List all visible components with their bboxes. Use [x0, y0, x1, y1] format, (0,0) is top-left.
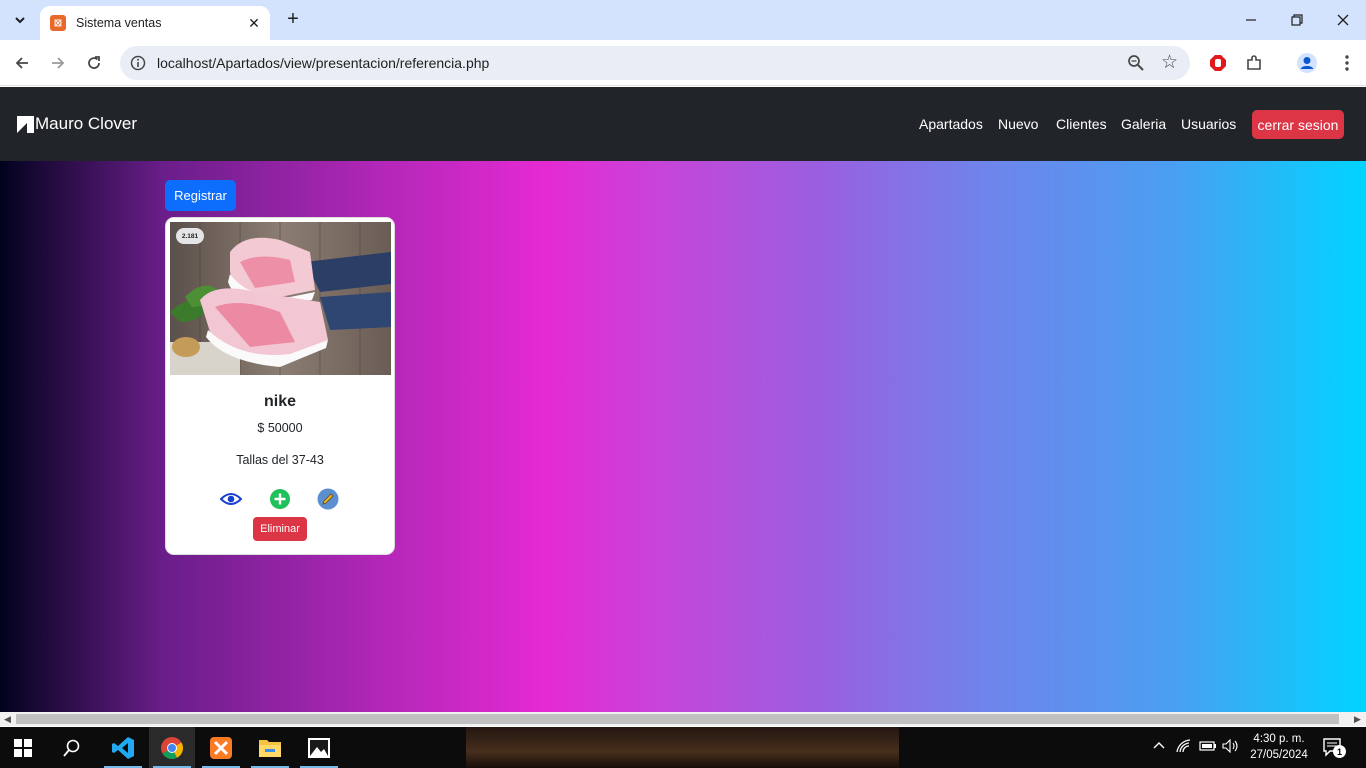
action-center-button[interactable]: 1	[1322, 737, 1346, 759]
nav-link-galeria[interactable]: Galeria	[1121, 116, 1166, 132]
eye-icon	[219, 493, 243, 505]
edit-button[interactable]	[317, 488, 339, 510]
taskbar-vscode[interactable]	[100, 727, 146, 768]
brand-name: Mauro Clover	[35, 114, 138, 133]
nav-link-usuarios[interactable]: Usuarios	[1181, 116, 1236, 132]
scroll-left-icon[interactable]: ◀	[4, 714, 11, 725]
kebab-menu-icon	[1345, 55, 1349, 71]
extension-button[interactable]	[1204, 49, 1232, 77]
nav-link-clientes[interactable]: Clientes	[1056, 116, 1107, 132]
browser-toolbar: localhost/Apartados/view/presentacion/re…	[0, 40, 1366, 86]
speaker-icon	[1222, 738, 1238, 754]
scroll-right-icon[interactable]: ▶	[1354, 714, 1361, 725]
delete-button[interactable]: Eliminar	[253, 517, 307, 541]
site-info-icon[interactable]	[128, 53, 148, 73]
product-price: $ 50000	[257, 421, 303, 435]
search-button[interactable]	[49, 727, 95, 768]
view-button[interactable]	[219, 488, 243, 510]
network-status[interactable]	[1176, 739, 1192, 756]
battery-status[interactable]	[1199, 739, 1217, 756]
adblock-extension-icon	[1210, 55, 1226, 71]
back-button[interactable]	[8, 49, 36, 77]
zoom-icon[interactable]	[1126, 53, 1146, 73]
start-button[interactable]	[0, 727, 46, 768]
chrome-icon	[161, 736, 183, 759]
taskbar-xampp[interactable]	[198, 727, 244, 768]
product-name: nike	[263, 393, 296, 410]
photos-icon	[308, 737, 330, 758]
profile-avatar-icon	[1297, 53, 1317, 73]
image-badge: 2.181	[176, 228, 204, 244]
app-navbar: Mauro Clover Apartados Nuevo Clientes Ga…	[0, 87, 1366, 161]
puzzle-icon	[1247, 55, 1261, 70]
pencil-icon	[317, 488, 339, 510]
register-button[interactable]: Registrar	[165, 180, 236, 211]
taskbar-background-preview	[466, 727, 899, 768]
windows-taskbar: 4:30 p. m. 27/05/2024 1	[0, 727, 1366, 768]
horizontal-scrollbar[interactable]: ◀ ▶	[0, 712, 1366, 726]
tab-close-icon[interactable]: ✕	[246, 15, 262, 32]
reload-icon	[88, 56, 100, 69]
forward-button[interactable]	[44, 49, 72, 77]
chevron-down-icon	[15, 17, 25, 24]
main-content: Registrar 2.181 nike $ 50000 Tallas del …	[0, 161, 1366, 712]
wifi-icon	[1176, 739, 1191, 753]
minimize-button[interactable]	[1228, 0, 1274, 40]
scrollbar-thumb[interactable]	[16, 714, 1339, 724]
volume-control[interactable]	[1222, 738, 1240, 756]
product-description: Tallas del 37-43	[236, 453, 324, 467]
plus-circle-icon	[270, 489, 290, 509]
nav-link-nuevo[interactable]: Nuevo	[998, 116, 1038, 132]
notification-count: 1	[1333, 745, 1346, 758]
tab-search-button[interactable]	[6, 7, 34, 33]
profile-button[interactable]	[1293, 49, 1321, 77]
vscode-icon	[112, 736, 134, 759]
logout-button[interactable]: cerrar sesion	[1252, 110, 1344, 139]
browser-tab-strip: ⊠ Sistema ventas ✕ +	[0, 0, 1366, 40]
address-bar[interactable]: localhost/Apartados/view/presentacion/re…	[120, 46, 1190, 80]
taskbar-file-explorer[interactable]	[247, 727, 293, 768]
brand-logo-icon	[17, 115, 34, 133]
brand-link[interactable]: Mauro Clover	[17, 114, 137, 134]
chevron-up-icon	[1153, 742, 1165, 749]
product-card: 2.181 nike $ 50000 Tallas del 37-43 Elim…	[165, 217, 395, 555]
xampp-favicon-icon: ⊠	[50, 15, 66, 31]
close-window-button[interactable]	[1320, 0, 1366, 40]
clock-date: 27/05/2024	[1250, 749, 1308, 761]
url-text: localhost/Apartados/view/presentacion/re…	[157, 55, 490, 71]
nav-link-apartados[interactable]: Apartados	[919, 116, 983, 132]
taskbar-chrome[interactable]	[149, 727, 195, 768]
forward-arrow-icon	[52, 57, 65, 69]
add-button[interactable]	[269, 488, 291, 510]
bookmark-star-icon[interactable]: ☆	[1161, 51, 1178, 74]
search-icon	[63, 739, 80, 757]
minimize-icon	[1246, 19, 1256, 21]
show-hidden-icons[interactable]	[1152, 739, 1166, 754]
reload-button[interactable]	[80, 49, 108, 77]
browser-menu-button[interactable]	[1333, 49, 1361, 77]
restore-button[interactable]	[1274, 0, 1320, 40]
taskbar-photos[interactable]	[296, 727, 342, 768]
clock-time: 4:30 p. m.	[1253, 733, 1305, 745]
windows-logo-icon	[14, 738, 32, 757]
browser-tab[interactable]: ⊠ Sistema ventas ✕	[40, 6, 270, 40]
restore-icon	[1291, 14, 1303, 26]
back-arrow-icon	[15, 57, 28, 69]
folder-icon	[259, 739, 281, 757]
tab-title: Sistema ventas	[76, 16, 162, 30]
close-icon	[1337, 14, 1349, 26]
battery-icon	[1199, 741, 1216, 751]
extensions-menu-button[interactable]	[1240, 49, 1268, 77]
system-clock[interactable]: 4:30 p. m. 27/05/2024	[1242, 731, 1316, 763]
product-image: 2.181	[170, 222, 391, 375]
new-tab-button[interactable]: +	[282, 8, 304, 32]
xampp-icon	[210, 736, 232, 759]
